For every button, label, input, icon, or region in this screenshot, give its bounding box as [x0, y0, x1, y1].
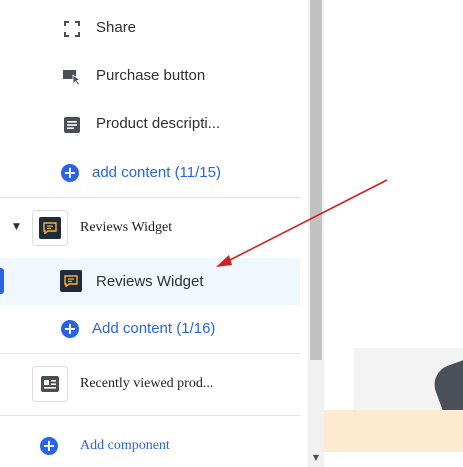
annotation-arrow: [216, 179, 388, 267]
